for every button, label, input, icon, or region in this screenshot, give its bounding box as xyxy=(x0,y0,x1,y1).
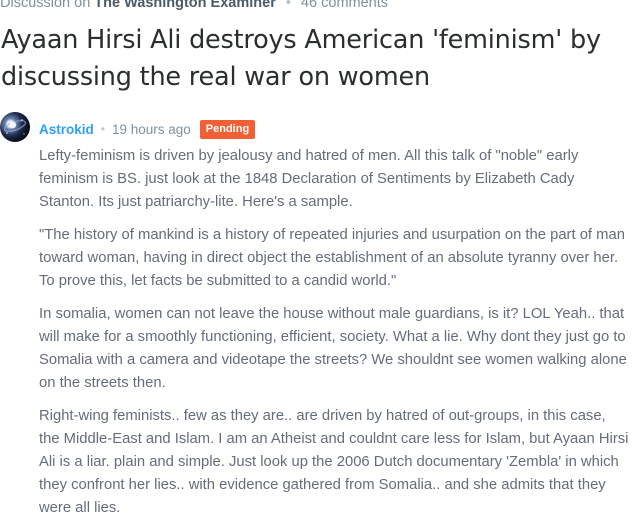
galaxy-avatar-icon xyxy=(3,119,27,135)
disqus-thread: Discussion on The Washington Examiner • … xyxy=(0,0,637,525)
comment-count[interactable]: 46 comments xyxy=(301,0,388,11)
pending-badge: Pending xyxy=(199,119,256,139)
meta-separator: • xyxy=(100,122,105,136)
header-separator: • xyxy=(285,0,291,11)
comment-paragraph: In somalia, women can not leave the hous… xyxy=(39,306,627,391)
comment-meta: Astrokid • 19 hours ago Pending xyxy=(39,119,256,139)
author-link[interactable]: Astrokid xyxy=(39,122,94,137)
comment-paragraph: Lefty-feminism is driven by jealousy and… xyxy=(39,148,579,210)
discussion-prefix: Discussion on xyxy=(0,0,91,11)
thread-title: Ayaan Hirsi Ali destroys American 'femin… xyxy=(1,25,601,92)
comment-timestamp[interactable]: 19 hours ago xyxy=(112,122,191,137)
comment-body: Lefty-feminism is driven by jealousy and… xyxy=(39,145,629,525)
discussion-header: Discussion on The Washington Examiner • … xyxy=(0,0,388,11)
site-link[interactable]: The Washington Examiner xyxy=(94,0,276,11)
comment-paragraph: "The history of mankind is a history of … xyxy=(39,227,625,289)
comment-paragraph: Right-wing feminists.. few as they are..… xyxy=(39,408,629,516)
avatar[interactable] xyxy=(0,112,30,142)
